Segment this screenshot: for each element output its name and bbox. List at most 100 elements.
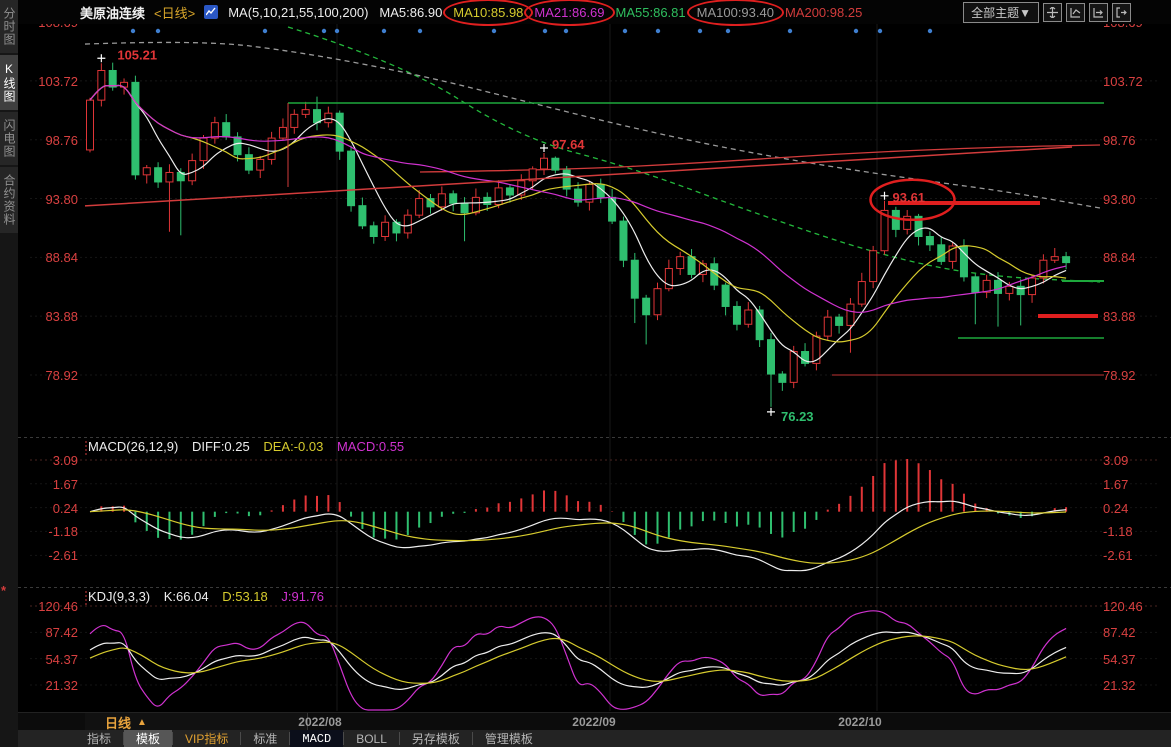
macd-dea-value: DEA:-0.03 — [263, 439, 323, 454]
candle — [949, 242, 956, 269]
theme-selector-button[interactable]: 全部主题▼ — [963, 2, 1039, 23]
candle — [268, 132, 275, 165]
candle — [745, 302, 752, 328]
date-axis-label: 2022/10 — [838, 715, 881, 729]
export-pane-icon[interactable] — [1112, 3, 1131, 22]
candle — [87, 98, 94, 153]
event-dot — [928, 29, 932, 33]
pan-icon[interactable] — [1043, 3, 1062, 22]
event-dot — [335, 29, 339, 33]
ma-line-MA200 — [420, 145, 1100, 172]
candle — [768, 333, 775, 407]
event-dot — [656, 29, 660, 33]
kdj-axis-label: 21.32 — [30, 678, 78, 693]
candle — [223, 114, 230, 140]
candle — [779, 371, 786, 391]
candle — [677, 252, 684, 275]
candle — [620, 217, 627, 268]
event-dot — [854, 29, 858, 33]
candle — [722, 283, 729, 316]
macd-axis-label: 3.09 — [30, 453, 78, 468]
kdj-axis-label: 120.46 — [30, 599, 78, 614]
event-dot — [788, 29, 792, 33]
period-selector[interactable]: 日线 ▲ — [85, 713, 308, 731]
bottom-tab-4[interactable]: MACD — [290, 730, 343, 747]
sidebar-tab-2[interactable]: 闪电图 — [0, 112, 18, 165]
bottom-tab-1[interactable]: 模板 — [124, 730, 172, 747]
kdj-k-line — [90, 632, 1066, 689]
macd-axis-label: 1.67 — [1103, 477, 1128, 492]
event-dot — [131, 29, 135, 33]
price-axis-label: 103.72 — [30, 74, 78, 89]
bottom-tab-3[interactable]: 标准 — [241, 730, 289, 747]
candle — [802, 343, 809, 366]
ma-value-3: MA55:86.81 — [615, 5, 687, 20]
candle — [177, 168, 184, 235]
sidebar-tab-0[interactable]: 分时图 — [0, 0, 18, 53]
kdj-params: KDJ(9,3,3) — [88, 589, 150, 604]
candle — [370, 222, 377, 244]
candles — [87, 63, 1070, 407]
kdj-axis-label: 87.42 — [1103, 625, 1136, 640]
ma-line-MA55 — [288, 27, 1100, 282]
candle — [926, 231, 933, 251]
bottom-tab-0[interactable]: 指标 — [75, 730, 123, 747]
candle — [892, 207, 899, 237]
doji-cross-marker — [97, 54, 105, 62]
left-sidebar: 分时图K线图闪电图合约资料* — [0, 0, 18, 747]
price-axis-label: 83.88 — [1103, 309, 1136, 324]
kdj-j-line — [90, 611, 1066, 710]
ma-line-MA10 — [90, 85, 1066, 341]
candle — [450, 190, 457, 211]
event-dot — [543, 29, 547, 33]
bottom-tab-5[interactable]: BOLL — [344, 730, 399, 747]
ma-value-2: MA21:86.69 — [533, 5, 605, 20]
candle — [291, 109, 298, 133]
candle — [870, 246, 877, 288]
event-dot — [564, 29, 568, 33]
kdj-axis-label: 21.32 — [1103, 678, 1136, 693]
sidebar-tab-3[interactable]: 合约资料 — [0, 167, 18, 233]
kdj-axis-label: 54.37 — [30, 652, 78, 667]
candle — [109, 63, 116, 91]
price-axis-label: 78.92 — [30, 368, 78, 383]
fit-scale-icon[interactable] — [1066, 3, 1085, 22]
header-toolbar: 全部主题▼ — [963, 2, 1171, 23]
macd-axis-label: 1.67 — [30, 477, 78, 492]
candle — [938, 237, 945, 265]
macd-axis-label: -2.61 — [1103, 548, 1133, 563]
price-axis-label: 88.84 — [1103, 250, 1136, 265]
candle — [1029, 275, 1036, 303]
event-dot — [698, 29, 702, 33]
doji-cross-marker — [540, 144, 548, 152]
price-axis-label: 98.76 — [30, 133, 78, 148]
candle — [348, 146, 355, 212]
event-dot — [726, 29, 730, 33]
candle — [257, 156, 264, 178]
bottom-tab-2[interactable]: VIP指标 — [173, 730, 240, 747]
macd-value: MACD:0.55 — [337, 439, 404, 454]
candle — [643, 295, 650, 345]
macd-axis-label: 3.09 — [1103, 453, 1128, 468]
price-axis-label: 98.76 — [1103, 133, 1136, 148]
kline-chart-canvas[interactable]: 105.2197.6493.6176.23 — [0, 0, 1171, 747]
price-annotation: 97.64 — [552, 137, 585, 152]
candle — [382, 215, 389, 241]
candle — [858, 273, 865, 307]
candle — [166, 164, 173, 232]
kdj-title-row: KDJ(9,3,3) K:66.04 D:53.18 J:91.76 — [88, 589, 334, 604]
price-axis-label: 93.80 — [30, 192, 78, 207]
kdj-axis-label: 120.46 — [1103, 599, 1143, 614]
sidebar-tab-1[interactable]: K线图 — [0, 55, 18, 110]
date-axis-label: 2022/08 — [298, 715, 341, 729]
kdj-k-value: K:66.04 — [164, 589, 209, 604]
macd-axis-label: 0.24 — [30, 501, 78, 516]
candle — [972, 274, 979, 324]
shift-right-icon[interactable] — [1089, 3, 1108, 22]
ma-value-1: MA10:85.98 — [452, 5, 524, 20]
bottom-tab-6[interactable]: 另存模板 — [400, 730, 472, 747]
bottom-tab-7[interactable]: 管理模板 — [473, 730, 545, 747]
candle — [132, 76, 139, 180]
candle — [688, 249, 695, 278]
macd-diff-value: DIFF:0.25 — [192, 439, 250, 454]
